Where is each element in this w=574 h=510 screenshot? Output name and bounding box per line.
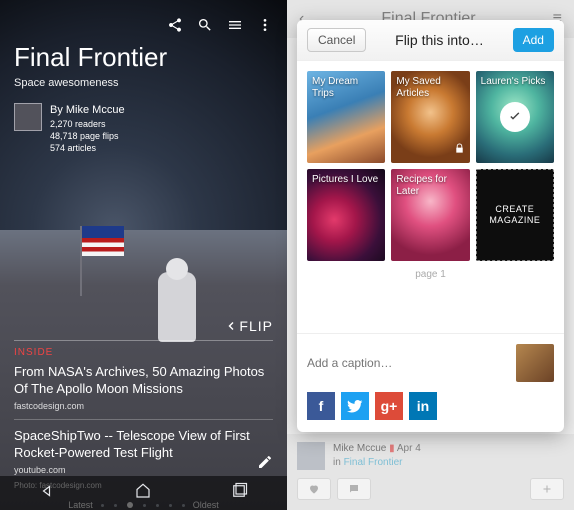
- magazine-subtitle: Space awesomeness: [14, 77, 273, 89]
- articles-count: 574 articles: [50, 142, 125, 154]
- flip-into-modal: Cancel Flip this into… Add My Dream Trip…: [297, 20, 564, 432]
- flip-button[interactable]: FLIP: [225, 318, 273, 334]
- flips-count: 48,718 page flips: [50, 130, 125, 142]
- create-magazine-tile[interactable]: CREATE MAGAZINE: [476, 169, 554, 261]
- magazine-cover-screen: Final Frontier Space awesomeness By Mike…: [0, 0, 287, 510]
- article-title: SpaceShipTwo -- Telescope View of First …: [14, 428, 273, 462]
- article-source: youtube.com: [14, 465, 273, 475]
- avatar: [14, 103, 42, 131]
- linkedin-icon[interactable]: in: [409, 392, 437, 420]
- article-item[interactable]: SpaceShipTwo -- Telescope View of First …: [14, 428, 273, 475]
- comment-button: [337, 478, 371, 500]
- source-link: Final Frontier: [344, 457, 403, 468]
- add-button: [530, 478, 564, 500]
- cancel-button[interactable]: Cancel: [307, 28, 366, 52]
- share-icon[interactable]: [167, 17, 183, 33]
- googleplus-icon[interactable]: g+: [375, 392, 403, 420]
- post-date: Apr 4: [397, 443, 421, 454]
- inside-section: INSIDE From NASA's Archives, 50 Amazing …: [14, 340, 273, 490]
- author-name: By Mike Mccue: [50, 103, 125, 118]
- modal-title: Flip this into…: [395, 32, 484, 48]
- user-name: Mike Mccue: [333, 443, 386, 454]
- like-button: [297, 478, 331, 500]
- article-source: fastcodesign.com: [14, 401, 273, 411]
- avatar: [297, 442, 325, 470]
- author-block[interactable]: By Mike Mccue 2,270 readers 48,718 page …: [14, 103, 273, 154]
- readers-count: 2,270 readers: [50, 118, 125, 130]
- lock-icon: [454, 143, 465, 158]
- chevron-left-icon: [225, 320, 237, 332]
- add-button[interactable]: Add: [513, 28, 554, 52]
- facebook-icon[interactable]: f: [307, 392, 335, 420]
- android-nav-bar: [0, 476, 287, 510]
- inside-label: INSIDE: [14, 347, 273, 358]
- magazine-title: Final Frontier: [14, 42, 273, 73]
- magazine-tile[interactable]: Pictures I Love: [307, 169, 385, 261]
- pager-label: page 1: [297, 269, 564, 280]
- magazine-grid: My Dream Trips My Saved Articles Lauren'…: [297, 61, 564, 271]
- magazine-tile[interactable]: My Saved Articles: [391, 71, 469, 163]
- article-item[interactable]: From NASA's Archives, 50 Amazing Photos …: [14, 364, 273, 411]
- overflow-icon[interactable]: [257, 17, 273, 33]
- compose-icon[interactable]: [257, 454, 273, 470]
- menu-icon[interactable]: [227, 17, 243, 33]
- social-share-row: f g+ in: [297, 392, 564, 432]
- search-icon[interactable]: [197, 17, 213, 33]
- back-icon[interactable]: [39, 482, 57, 505]
- top-toolbar: [14, 10, 273, 40]
- twitter-icon[interactable]: [341, 392, 369, 420]
- home-icon[interactable]: [134, 482, 152, 505]
- magazine-tile[interactable]: Recipes for Later: [391, 169, 469, 261]
- article-thumbnail: [516, 344, 554, 382]
- flip-into-screen: ‹ Final Frontier ≡ Mike Mccue ▮ Apr 4 in…: [287, 0, 574, 510]
- magazine-tile[interactable]: My Dream Trips: [307, 71, 385, 163]
- article-title: From NASA's Archives, 50 Amazing Photos …: [14, 364, 273, 398]
- check-icon: [500, 102, 530, 132]
- caption-input[interactable]: [307, 356, 508, 370]
- recents-icon[interactable]: [230, 482, 248, 505]
- magazine-tile-selected[interactable]: Lauren's Picks: [476, 71, 554, 163]
